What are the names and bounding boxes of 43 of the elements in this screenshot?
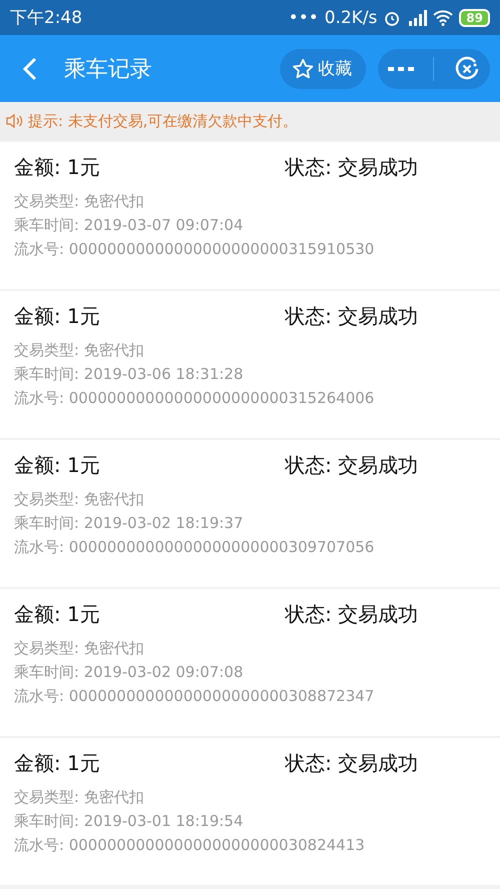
serial-number: 流水号: 00000000000000000000000315910530: [14, 239, 376, 260]
type-text: 交易类型: 免密代扣: [14, 340, 145, 361]
status-text: 状态: 交易成功: [285, 154, 418, 181]
amount-text: 金额: 1元: [14, 750, 101, 777]
amount-text: 金额: 1元: [14, 154, 101, 181]
type-text: 交易类型: 免密代扣: [14, 489, 145, 510]
clock: 下午2:48: [10, 7, 82, 29]
time-text: 乘车时间: 2019-03-01 18:19:54: [14, 811, 244, 832]
amount-text: 金额: 1元: [14, 601, 101, 628]
status-text: 状态: 交易成功: [285, 303, 418, 330]
record-card[interactable]: 金额: 1元 状态: 交易成功 交易类型: 免密代扣 乘车时间: 2019-03-02 18:19:37 流水号: 00000000000000000000000309707056: [0, 440, 500, 587]
amount-text: 金额: 1元: [14, 452, 101, 479]
time-text: 乘车时间: 2019-03-06 18:31:28: [14, 364, 244, 385]
wifi-icon: [433, 10, 454, 26]
notification-dots: •••: [288, 8, 319, 28]
time-text: 乘车时间: 2019-03-02 18:19:37: [14, 513, 244, 534]
record-card[interactable]: 金额: 1元 状态: 交易成功 交易类型: 免密代扣 乘车时间: 2019-03-01 18:19:54 流水号: 0000000000000000000000030824413: [0, 738, 500, 885]
serial-number: 流水号: 0000000000000000000000030824413: [14, 835, 366, 856]
status-text: 状态: 交易成功: [285, 750, 418, 777]
record-card[interactable]: 金额: 1元 状态: 交易成功 交易类型: 免密代扣 乘车时间: 2019-03-07 09:07:04 流水号: 00000000000000000000000315910530: [0, 142, 500, 289]
signal-icon: [407, 10, 428, 26]
time-text: 乘车时间: 2019-03-02 09:07:08: [14, 662, 244, 683]
serial-number: 流水号: 00000000000000000000000315264006: [14, 388, 376, 409]
time-text: 乘车时间: 2019-03-07 09:07:04: [14, 215, 244, 236]
more-icon[interactable]: [388, 64, 414, 72]
status-text: 状态: 交易成功: [285, 601, 418, 628]
notice-text: 提示: 未支付交易,可在缴清欠款中支付。: [28, 112, 298, 130]
star-icon: [292, 58, 314, 80]
battery-indicator: 89: [459, 8, 490, 26]
close-icon[interactable]: [454, 56, 480, 82]
status-text: 状态: 交易成功: [285, 452, 418, 479]
type-text: 交易类型: 免密代扣: [14, 638, 145, 659]
type-text: 交易类型: 免密代扣: [14, 191, 145, 212]
network-speed: 0.2K/s: [324, 8, 378, 28]
amount-text: 金额: 1元: [14, 303, 101, 330]
serial-number: 流水号: 00000000000000000000000309707056: [14, 537, 376, 558]
speaker-icon: [6, 113, 24, 129]
page-title: 乘车记录: [64, 56, 153, 84]
record-card[interactable]: 金额: 1元 状态: 交易成功 交易类型: 免密代扣 乘车时间: 2019-03-02 09:07:08 流水号: 00000000000000000000000308872347: [0, 589, 500, 736]
record-card[interactable]: 金额: 1元 状态: 交易成功 交易类型: 免密代扣 乘车时间: 2019-03-06 18:31:28 流水号: 00000000000000000000000315264006: [0, 291, 500, 438]
favorite-button[interactable]: 收藏: [280, 48, 366, 88]
serial-number: 流水号: 00000000000000000000000308872347: [14, 686, 376, 707]
type-text: 交易类型: 免密代扣: [14, 787, 145, 808]
